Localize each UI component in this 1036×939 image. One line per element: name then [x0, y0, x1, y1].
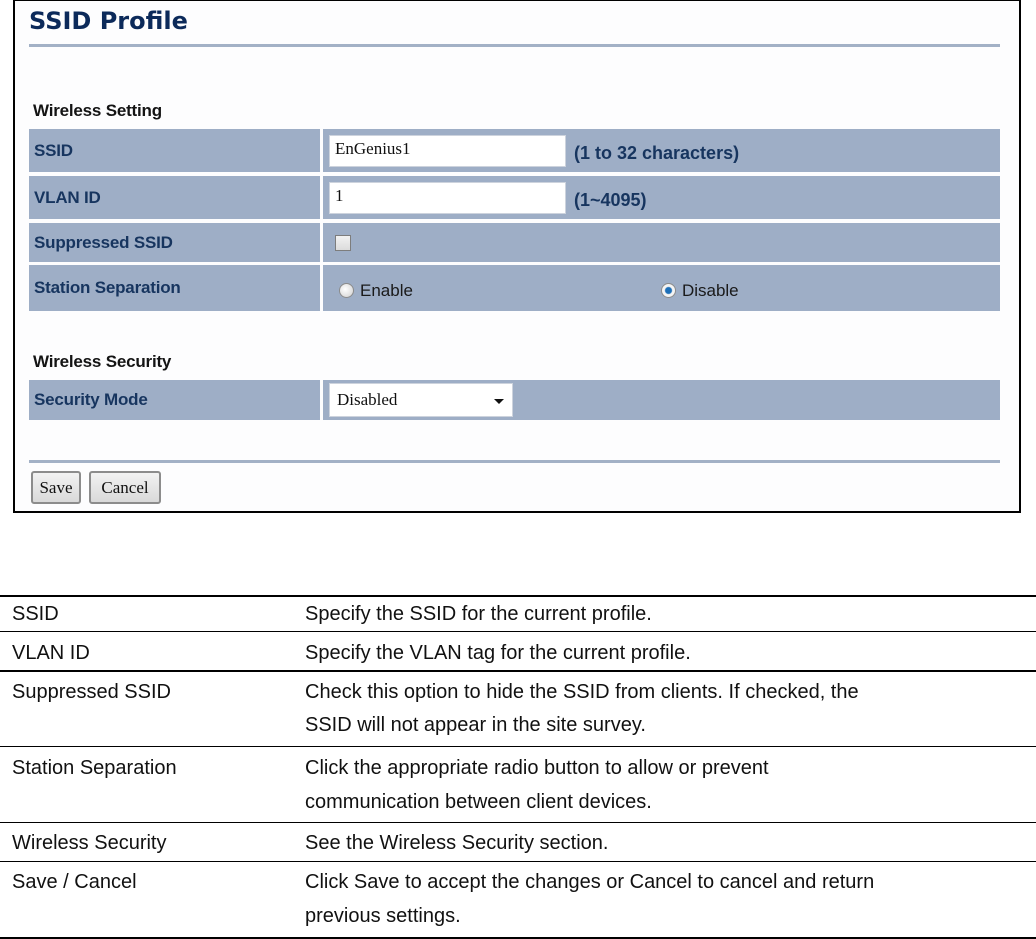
table-rule — [0, 822, 1036, 823]
ssid-profile-panel: SSID Profile Wireless Setting SSID EnGen… — [13, 0, 1021, 513]
title-divider — [29, 44, 1000, 47]
table-rule — [0, 746, 1036, 747]
chevron-down-icon — [494, 399, 504, 404]
ssid-value-cell: EnGenius1 (1 to 32 characters) — [323, 129, 1000, 172]
definition-save-cancel-line1: Click Save to accept the changes or Canc… — [305, 871, 875, 893]
definition-suppressed-ssid-line1: Check this option to hide the SSID from … — [305, 681, 859, 703]
vlan-input[interactable]: 1 — [329, 181, 566, 214]
security-mode-value: Disabled — [337, 390, 398, 409]
wireless-setting-heading: Wireless Setting — [33, 101, 162, 120]
radio-enable[interactable]: Enable — [339, 281, 413, 301]
table-rule — [0, 631, 1036, 632]
suppressed-ssid-label: Suppressed SSID — [29, 223, 320, 262]
term-station-separation: Station Separation — [12, 757, 177, 779]
definition-ssid: Specify the SSID for the current profile… — [305, 603, 652, 625]
suppressed-ssid-row: Suppressed SSID — [29, 223, 1000, 262]
footer-divider — [29, 460, 1000, 463]
definition-vlan-id: Specify the VLAN tag for the current pro… — [305, 642, 691, 664]
cancel-button[interactable]: Cancel — [89, 471, 161, 504]
table-rule — [0, 670, 1036, 672]
definition-save-cancel-line2: previous settings. — [305, 905, 461, 927]
vlan-hint: (1~4095) — [574, 190, 647, 210]
station-separation-value-cell: Enable Disable — [323, 265, 1000, 311]
security-mode-label: Security Mode — [29, 380, 320, 420]
save-button[interactable]: Save — [31, 471, 81, 504]
vlan-label: VLAN ID — [29, 176, 320, 219]
radio-enable-icon[interactable] — [339, 283, 354, 298]
vlan-value-cell: 1 (1~4095) — [323, 176, 1000, 219]
ssid-label: SSID — [29, 129, 320, 172]
page-title: SSID Profile — [29, 7, 188, 35]
term-wireless-security: Wireless Security — [12, 832, 167, 854]
station-separation-label: Station Separation — [29, 265, 320, 311]
suppressed-ssid-checkbox[interactable] — [335, 234, 351, 251]
term-ssid: SSID — [12, 603, 59, 625]
radio-disable-label: Disable — [681, 280, 739, 300]
ssid-row: SSID EnGenius1 (1 to 32 characters) — [29, 129, 1000, 172]
security-mode-select[interactable]: Disabled — [329, 383, 513, 417]
radio-enable-label: Enable — [360, 280, 413, 300]
security-mode-row: Security Mode Disabled — [29, 380, 1000, 420]
radio-disable[interactable]: Disable — [660, 280, 739, 301]
ssid-hint: (1 to 32 characters) — [574, 143, 740, 163]
definition-suppressed-ssid-line2: SSID will not appear in the site survey. — [305, 714, 646, 736]
definition-wireless-security: See the Wireless Security section. — [305, 832, 609, 854]
station-separation-row: Station Separation Enable Disable — [29, 265, 1000, 311]
term-save-cancel: Save / Cancel — [12, 871, 137, 893]
radio-disable-icon[interactable] — [660, 283, 676, 298]
definition-station-separation-line2: communication between client devices. — [305, 791, 652, 813]
ssid-input[interactable]: EnGenius1 — [329, 134, 566, 167]
wireless-security-heading: Wireless Security — [33, 352, 172, 371]
vlan-row: VLAN ID 1 (1~4095) — [29, 176, 1000, 219]
term-suppressed-ssid: Suppressed SSID — [12, 681, 171, 703]
security-mode-value-cell: Disabled — [323, 380, 1000, 420]
definition-station-separation-line1: Click the appropriate radio button to al… — [305, 757, 769, 779]
table-rule — [0, 861, 1036, 862]
suppressed-ssid-value-cell — [323, 223, 1000, 262]
term-vlan-id: VLAN ID — [12, 642, 90, 664]
